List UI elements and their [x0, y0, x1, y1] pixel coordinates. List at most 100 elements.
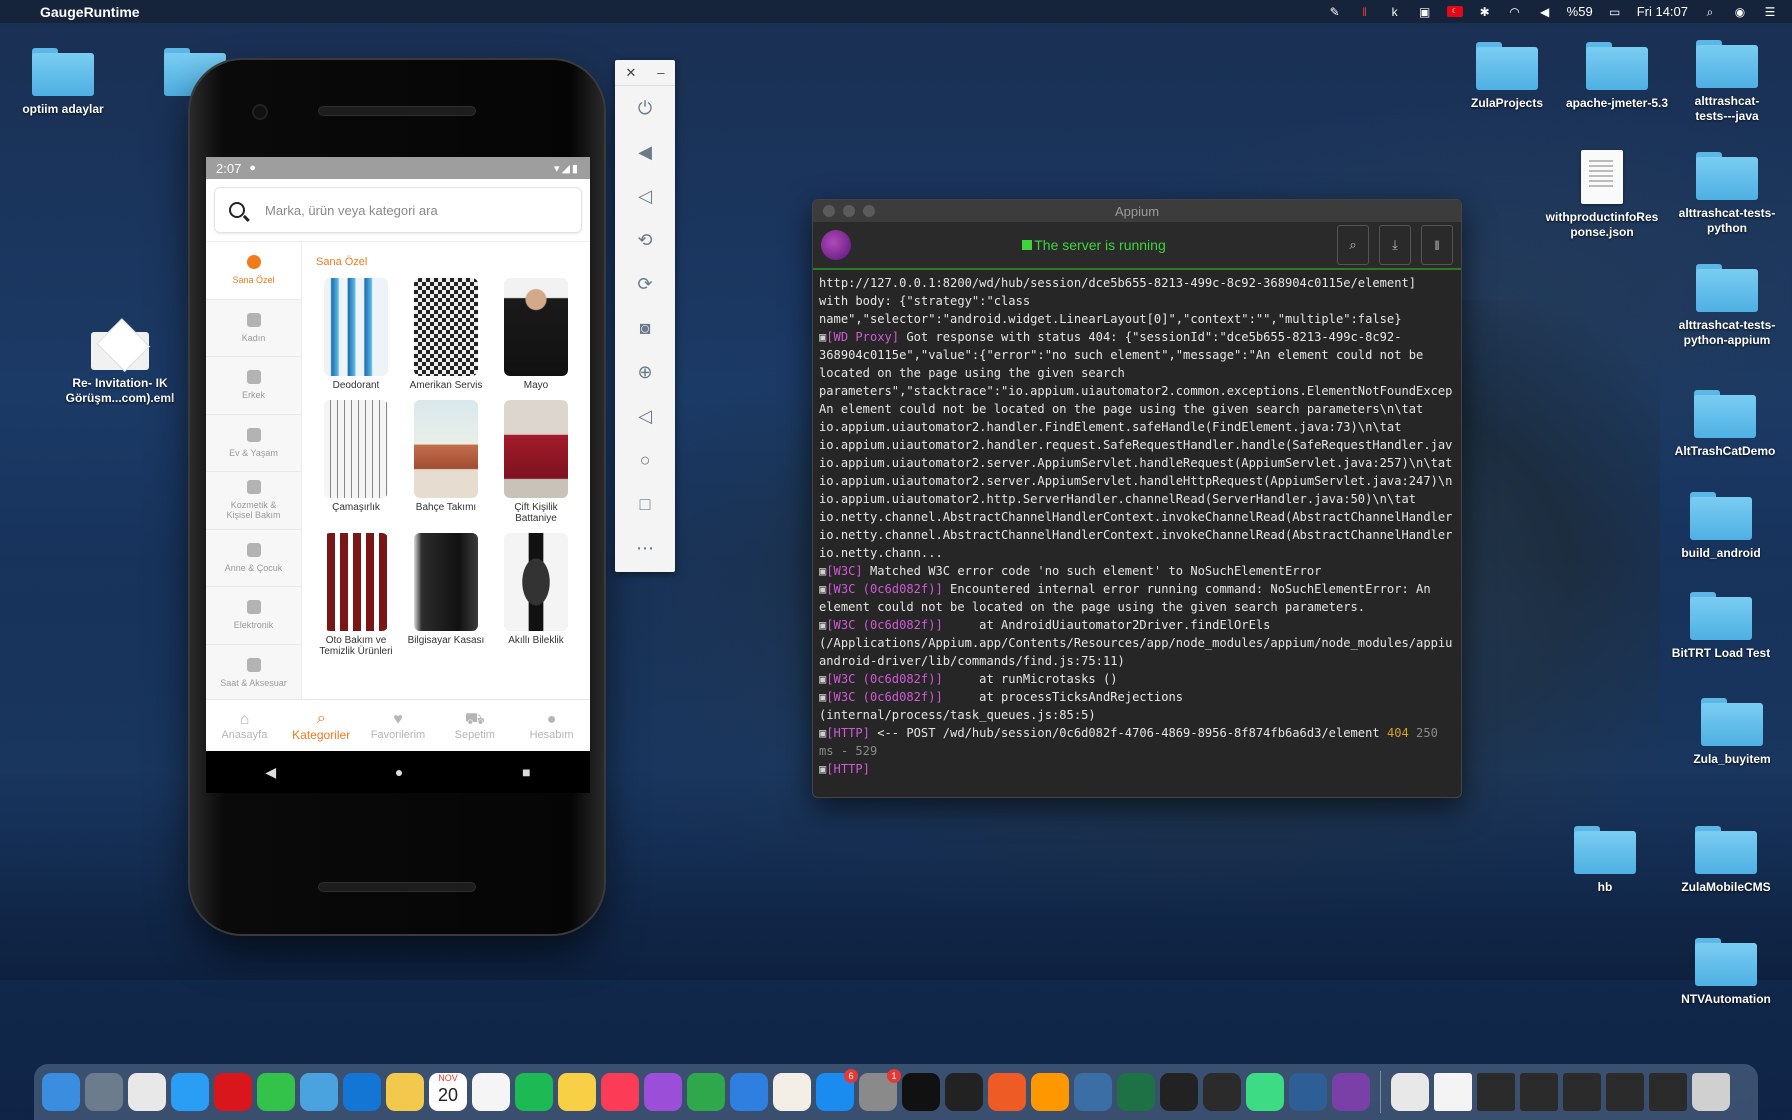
dock-finder-icon[interactable] [42, 1073, 80, 1111]
dock-appium-icon[interactable] [1332, 1073, 1370, 1111]
battery-icon[interactable]: ▭ [1607, 5, 1623, 19]
screen-icon[interactable]: ▣ [1417, 5, 1433, 19]
dock-intellij-icon[interactable] [902, 1073, 940, 1111]
dock-excel-icon[interactable] [1117, 1073, 1155, 1111]
dock-appstore-icon[interactable]: 6 [816, 1069, 858, 1111]
desktop-folder-zula-buyitem[interactable]: Zula_buyitem [1667, 698, 1792, 767]
desktop-folder-bittrt-load-test[interactable]: BitTRT Load Test [1656, 592, 1786, 661]
search-bar[interactable]: Marka, ürün veya kategori ara [214, 187, 582, 233]
home-button-icon[interactable]: ● [395, 764, 403, 780]
close-icon[interactable]: ✕ [625, 65, 636, 81]
back-icon[interactable]: ◁ [615, 394, 675, 438]
dock-podcasts-icon[interactable] [644, 1073, 682, 1111]
dock-cyberduck-icon[interactable] [300, 1073, 338, 1111]
dock-sublime-icon[interactable] [1031, 1073, 1069, 1111]
desktop-file-eml[interactable]: Re- Invitation- IK Görüşm...com).eml [55, 320, 185, 406]
zoom-icon[interactable]: ⊕ [615, 350, 675, 394]
device-screen[interactable]: 2:07 ● ▾◢▮ Marka, ürün veya kategori ara… [206, 157, 590, 793]
rotate-right-icon[interactable]: ⟳ [615, 262, 675, 306]
sidebar-item-kozmetik[interactable]: Kozmetik & Kişisel Bakım [206, 472, 301, 530]
sidebar-item-saat-aksesuar[interactable]: Saat & Aksesuar [206, 645, 301, 702]
dock-reminders-icon[interactable] [472, 1073, 510, 1111]
sidebar-item-kadin[interactable]: Kadın [206, 300, 301, 357]
dock-safari-icon[interactable] [171, 1073, 209, 1111]
more-icon[interactable]: ⋯ [615, 526, 675, 570]
rotate-left-icon[interactable]: ⟲ [615, 218, 675, 262]
turkish-flag-icon[interactable]: ☾ [1446, 6, 1463, 17]
dock-terminal-icon[interactable] [1160, 1073, 1198, 1111]
dock-simulator-icon[interactable] [1074, 1073, 1112, 1111]
dock-system-preferences-icon[interactable]: 1 [859, 1069, 901, 1111]
dock-photos-icon[interactable] [386, 1073, 424, 1111]
k-icon[interactable]: k [1387, 5, 1403, 19]
sidebar-item-sana-ozel[interactable]: Sana Özel [206, 242, 301, 300]
volume-down-icon[interactable]: ◁ [615, 174, 675, 218]
dock-outlook-icon[interactable] [343, 1073, 381, 1111]
wifi-icon[interactable]: ◠ [1507, 5, 1523, 19]
window-titlebar[interactable]: Appium [813, 200, 1461, 222]
desktop-folder-optiim-adaylar[interactable]: optiim adaylar [0, 48, 128, 117]
dock-music-icon[interactable] [601, 1073, 639, 1111]
spotlight-search-icon[interactable]: ⌕ [1702, 5, 1718, 19]
dock-chrome-icon[interactable] [128, 1073, 166, 1111]
dock-recent-window-thumbnail[interactable] [1563, 1073, 1601, 1111]
dock-numbers-icon[interactable] [687, 1073, 725, 1111]
sidebar-item-erkek[interactable]: Erkek [206, 357, 301, 415]
bluetooth-icon[interactable]: ✱ [1477, 5, 1493, 19]
dock-postman-icon[interactable] [988, 1073, 1026, 1111]
desktop-folder-ntvautomation[interactable]: NTVAutomation [1661, 938, 1791, 1007]
recents-icon[interactable]: ■ [522, 764, 530, 780]
tab-kategoriler[interactable]: ⌕ Kategoriler [283, 700, 360, 751]
tab-hesabim[interactable]: ● Hesabım [513, 700, 590, 751]
dock-android-studio-icon[interactable] [1246, 1073, 1284, 1111]
product-card-akilli-bileklik[interactable]: Akıllı Bileklik [496, 532, 576, 658]
product-card-battaniye[interactable]: Çift Kişilik Battaniye [496, 399, 576, 525]
product-card-amerikan-servis[interactable]: Amerikan Servis [406, 278, 486, 392]
dock-trash-icon[interactable] [1692, 1073, 1730, 1111]
dock-activity-monitor-icon[interactable] [1203, 1073, 1241, 1111]
product-card-camasirlik[interactable]: Çamaşırlık [316, 399, 396, 525]
dock-sourcetree-icon[interactable] [1289, 1073, 1327, 1111]
sidebar-item-elektronik[interactable]: Elektronik [206, 587, 301, 645]
dock-recent-window-thumbnail[interactable] [1649, 1073, 1687, 1111]
tab-sepetim[interactable]: ⛟ Sepetim [436, 700, 513, 751]
camera-icon[interactable]: ◙ [615, 306, 675, 350]
dock-facetime-icon[interactable] [257, 1073, 295, 1111]
dock-calendar-icon[interactable]: NOV 20 [429, 1073, 467, 1111]
stop-server-button[interactable]: ‖ [1421, 225, 1453, 265]
dock-recent-window-thumbnail[interactable] [1520, 1073, 1558, 1111]
product-card-oto-bakim[interactable]: Oto Bakım ve Temizlik Ürünleri [316, 532, 396, 658]
save-logs-button[interactable]: ⤓ [1379, 225, 1411, 265]
dock-spotify-icon[interactable] [515, 1073, 553, 1111]
dock-launchpad-icon[interactable] [85, 1073, 123, 1111]
tab-favorilerim[interactable]: ♥ Favorilerim [360, 700, 437, 751]
desktop-file-json[interactable]: withproductinfoResponse.json [1537, 150, 1667, 240]
product-card-bahce-takimi[interactable]: Bahçe Takımı [406, 399, 486, 525]
server-log[interactable]: http://127.0.0.1:8200/wd/hub/session/dce… [813, 270, 1461, 795]
desktop-folder-alttrashcatdemo[interactable]: AltTrashCatDemo [1660, 390, 1790, 459]
dock-java-icon[interactable] [1391, 1073, 1429, 1111]
back-icon[interactable]: ◀ [265, 764, 276, 781]
dock-keynote-icon[interactable] [730, 1073, 768, 1111]
power-icon[interactable]: ⏻ [615, 86, 675, 130]
feather-icon[interactable]: ✎ [1327, 5, 1343, 19]
overview-square-icon[interactable]: □ [615, 482, 675, 526]
sidebar-item-anne-cocuk[interactable]: Anne & Çocuk [206, 530, 301, 587]
desktop-folder-hb[interactable]: hb [1540, 826, 1670, 895]
battery-percent[interactable]: %59 [1567, 4, 1593, 19]
control-center-icon[interactable]: ☰ [1762, 5, 1778, 19]
dock-notes-icon[interactable] [558, 1073, 596, 1111]
start-inspector-button[interactable]: ⌕ [1337, 225, 1369, 265]
desktop-folder-alttrashcat-python-appium[interactable]: alttrashcat-tests-python-appium [1662, 264, 1792, 348]
minimize-icon[interactable]: – [657, 65, 664, 80]
product-card-deodorant[interactable]: Deodorant [316, 278, 396, 392]
tab-anasayfa[interactable]: ⌂ Anasayfa [206, 700, 283, 751]
desktop-folder-zulamobilecms[interactable]: ZulaMobileCMS [1661, 826, 1791, 895]
siri-icon[interactable]: ◉ [1732, 5, 1748, 19]
dock-recent-window-thumbnail[interactable] [1477, 1073, 1515, 1111]
desktop-folder-build-android[interactable]: build_android [1656, 492, 1786, 561]
parallels-icon[interactable]: ‖ [1357, 5, 1373, 19]
dock-unity-icon[interactable] [945, 1073, 983, 1111]
dock-recent-window-thumbnail[interactable] [1434, 1073, 1472, 1111]
dock-recent-window-thumbnail[interactable] [1606, 1073, 1644, 1111]
